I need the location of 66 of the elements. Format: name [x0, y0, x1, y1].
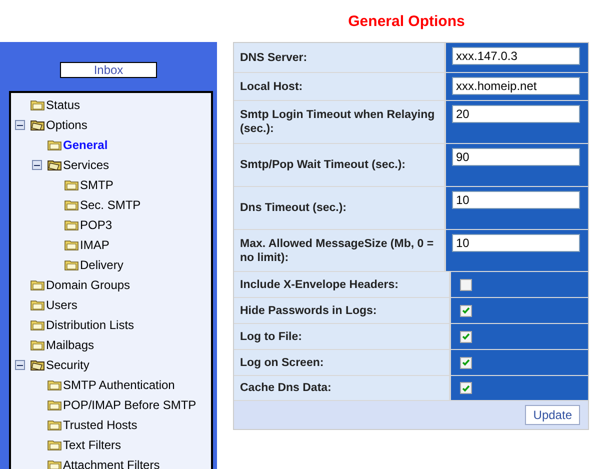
option-label: Max. Allowed MessageSize (Mb, 0 = no limit): [240, 236, 435, 264]
inbox-button[interactable]: Inbox [60, 62, 157, 78]
input-field[interactable]: xxx.147.0.3 [452, 47, 580, 65]
tree-item[interactable]: Sec. SMTP [80, 198, 141, 212]
folder-icon [47, 459, 62, 469]
tree-item[interactable]: Attachment Filters [63, 458, 160, 469]
tree-item[interactable]: Distribution Lists [46, 318, 134, 332]
page-title: General Options [347, 12, 466, 32]
folder-icon [30, 279, 45, 291]
tree-item[interactable]: POP/IMAP Before SMTP [63, 398, 196, 412]
input-field[interactable]: 90 [452, 148, 580, 166]
folder-icon [47, 159, 62, 171]
folder-icon [64, 259, 79, 271]
option-label: Local Host: [240, 80, 303, 94]
tree-item[interactable]: Mailbags [46, 338, 94, 352]
option-label: Log on Screen: [240, 356, 324, 370]
folder-icon [30, 99, 45, 111]
tree-item[interactable]: Status [46, 98, 80, 112]
tree-item[interactable]: Text Filters [63, 438, 122, 452]
tree-item[interactable]: Trusted Hosts [63, 418, 138, 432]
folder-icon [47, 139, 62, 151]
tree-item[interactable]: Options [46, 118, 88, 132]
option-label: DNS Server: [240, 50, 308, 64]
tree-item[interactable]: SMTP Authentication [63, 378, 175, 392]
folder-icon [30, 299, 45, 311]
checkbox[interactable] [460, 278, 472, 290]
tree-item[interactable]: Services [63, 158, 110, 172]
option-label: Log to File: [240, 330, 302, 344]
update-button[interactable]: Update [525, 405, 580, 425]
folder-icon [30, 339, 45, 351]
option-label: Dns Timeout (sec.): [240, 201, 346, 215]
tree-item[interactable]: Users [46, 298, 78, 312]
folder-icon [64, 199, 79, 211]
folder-icon [47, 439, 62, 451]
folder-icon [64, 179, 79, 191]
checkbox[interactable] [460, 330, 472, 342]
tree-item[interactable]: SMTP [80, 178, 114, 192]
input-field[interactable]: 20 [452, 105, 580, 123]
checkbox[interactable] [460, 382, 472, 394]
option-label: Smtp Login Timeout when Relaying (sec.): [240, 108, 436, 136]
option-label: Smtp/Pop Wait Timeout (sec.): [240, 158, 406, 172]
input-field[interactable]: 10 [452, 191, 580, 209]
folder-icon [30, 119, 45, 131]
folder-icon [30, 319, 45, 331]
input-field[interactable]: 10 [452, 234, 580, 252]
folder-icon [47, 419, 62, 431]
option-label: Hide Passwords in Logs: [240, 304, 377, 318]
collapse-toggle[interactable] [15, 360, 25, 370]
folder-icon [64, 239, 79, 251]
tree-item[interactable]: Security [46, 358, 90, 372]
option-label: Cache Dns Data: [240, 381, 332, 395]
tree-item[interactable]: POP3 [80, 218, 112, 232]
tree-item[interactable]: IMAP [80, 238, 110, 252]
folder-icon [47, 399, 62, 411]
folder-icon [30, 359, 45, 371]
checkbox[interactable] [460, 304, 472, 316]
collapse-toggle[interactable] [32, 160, 42, 170]
collapse-toggle[interactable] [15, 120, 25, 130]
input-field[interactable]: xxx.homeip.net [452, 77, 580, 95]
checkbox[interactable] [460, 356, 472, 368]
tree-item[interactable]: Delivery [80, 258, 124, 272]
folder-icon [47, 379, 62, 391]
option-label: Include X-Envelope Headers: [240, 278, 398, 292]
tree-item[interactable]: General [63, 138, 108, 152]
tree-item[interactable]: Domain Groups [46, 278, 130, 292]
folder-icon [64, 219, 79, 231]
